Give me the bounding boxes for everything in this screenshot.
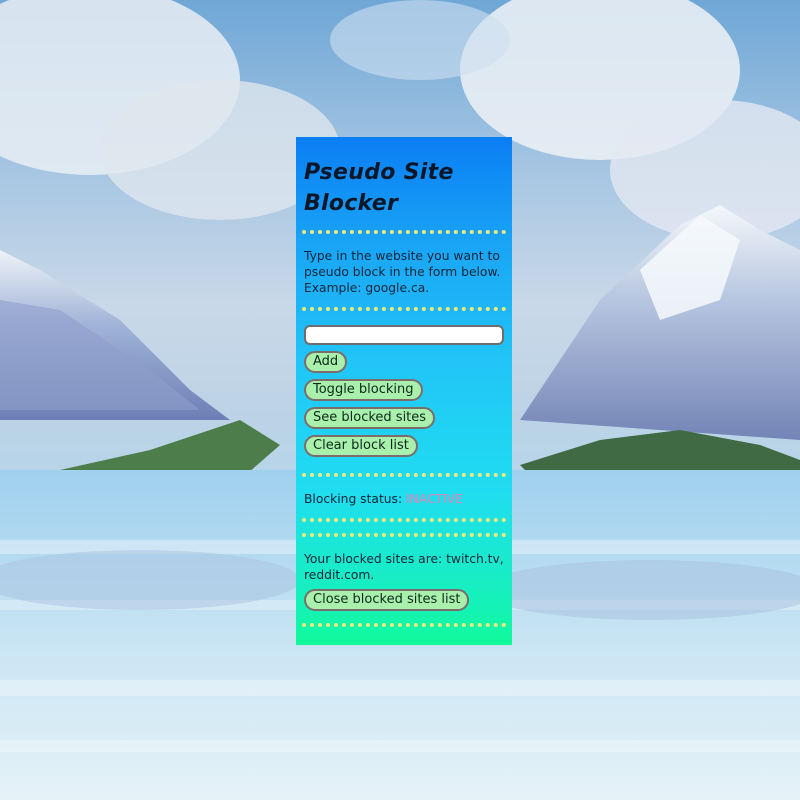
clear-block-list-button[interactable]: Clear block list — [304, 435, 418, 457]
blocker-panel: Pseudo Site Blocker Type in the website … — [296, 137, 512, 645]
button-row: Toggle blocking — [304, 373, 504, 401]
divider — [302, 518, 506, 522]
divider — [302, 623, 506, 627]
button-row: Add — [304, 345, 504, 373]
divider — [302, 307, 506, 311]
divider — [302, 473, 506, 477]
button-row: Close blocked sites list — [304, 583, 504, 611]
button-row: See blocked sites — [304, 401, 504, 429]
panel-title: Pseudo Site Blocker — [304, 160, 454, 216]
button-row: Clear block list — [304, 429, 504, 457]
site-input[interactable] — [304, 325, 504, 345]
status-label: Blocking status: — [304, 492, 403, 506]
status-value: INACTIVE — [406, 492, 463, 506]
divider — [302, 533, 506, 537]
blocking-status: Blocking status: INACTIVE — [304, 491, 504, 507]
blocked-sites-text: Your blocked sites are: twitch.tv, reddi… — [304, 552, 504, 582]
close-blocked-sites-button[interactable]: Close blocked sites list — [304, 589, 470, 611]
divider — [302, 230, 506, 234]
see-blocked-sites-button[interactable]: See blocked sites — [304, 407, 436, 429]
add-button[interactable]: Add — [304, 351, 348, 373]
toggle-blocking-button[interactable]: Toggle blocking — [304, 379, 423, 401]
intro-text: Type in the website you want to pseudo b… — [304, 249, 501, 295]
